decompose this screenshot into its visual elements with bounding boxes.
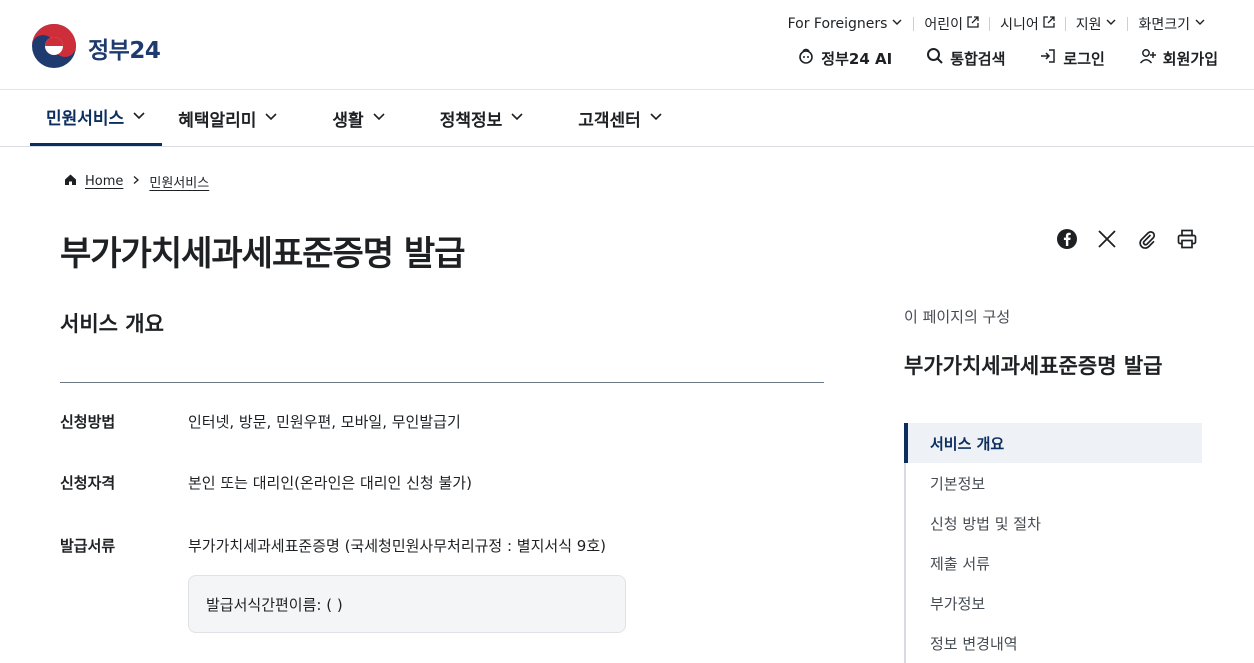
toc-item-basic-info[interactable]: 기본정보 [906,463,1202,503]
external-link-icon [967,16,979,32]
logo-text: 정부24 [88,38,161,64]
gnb-label: 정책정보 [439,110,503,131]
external-link-icon [1043,16,1055,32]
form-note-text: 발급서식간편이름: ( ) [206,595,343,614]
util-font-size[interactable]: 화면크기 [1128,14,1206,34]
chevron-down-icon [891,16,903,32]
home-icon [64,173,77,190]
signup-button[interactable]: 회원가입 [1139,47,1218,69]
search-button[interactable]: 통합검색 [926,47,1005,69]
gnb-label: 민원서비스 [46,109,125,129]
gnb-item-customer-center[interactable]: 고객센터 [562,90,679,146]
x-icon[interactable] [1096,228,1118,250]
login-label: 로그인 [1063,49,1105,68]
util-senior[interactable]: 시니어 [990,14,1065,34]
login-button[interactable]: 로그인 [1039,47,1105,69]
ai-button[interactable]: 정부24 AI [797,47,892,69]
search-icon [926,47,944,69]
breadcrumb: Home 민원서비스 [64,172,209,191]
toc-item-overview[interactable]: 서비스 개요 [904,423,1202,463]
gnb-label: 생활 [332,110,364,131]
toc-item-change-history[interactable]: 정보 변경내역 [906,623,1202,663]
util-label: 화면크기 [1138,17,1190,33]
gnb-item-benefits[interactable]: 혜택알리미 [162,90,294,146]
util-kids[interactable]: 어린이 [914,14,989,34]
search-label: 통합검색 [950,49,1006,68]
print-icon[interactable] [1176,228,1198,250]
ai-label: 정부24 AI [821,49,893,68]
gnb-item-life[interactable]: 생활 [316,90,401,146]
util-label: 어린이 [924,17,964,33]
user-plus-icon [1139,47,1157,69]
section-heading: 서비스 개요 [60,312,164,336]
header-actions: 정부24 AI 통합검색 로그인 회원가입 [797,47,1218,69]
document-value: 부가가치세과세표준증명 (국세청민원사무처리규정 : 별지서식 9호) [188,537,606,555]
gnb-label: 혜택알리미 [178,110,257,131]
toc-item-additional[interactable]: 부가정보 [906,583,1202,623]
form-note-box: 발급서식간편이름: ( ) [188,575,626,633]
ai-icon [797,47,815,69]
site-logo[interactable]: 정부24 [30,22,161,74]
page-title: 부가가치세과세표준증명 발급 [60,234,465,274]
apply-method-label: 신청방법 [60,413,116,431]
document-label: 발급서류 [60,537,116,555]
util-label: 지원 [1075,17,1102,33]
utility-nav: For Foreigners 어린이 시니어 지원 화면크기 [778,14,1206,34]
chevron-down-icon [1105,16,1117,32]
chevron-down-icon [1194,16,1206,32]
taegeuk-logo-icon [30,22,78,74]
chevron-right-icon [131,174,141,189]
global-nav: 민원서비스 혜택알리미 생활 정책정보 고객센터 [30,90,679,146]
gnb-item-policy[interactable]: 정책정보 [424,90,541,146]
util-support[interactable]: 지원 [1066,14,1128,34]
toc-item-procedure[interactable]: 신청 방법 및 절차 [906,503,1202,543]
toc-list: 서비스 개요 기본정보 신청 방법 및 절차 제출 서류 부가정보 정보 변경내… [904,423,1202,663]
breadcrumb-home[interactable]: Home [85,174,123,189]
toc-title: 부가가치세과세표준증명 발급 [904,354,1163,378]
chevron-down-icon [132,107,146,127]
chevron-down-icon [649,108,663,128]
chevron-down-icon [264,108,278,128]
toc-item-documents[interactable]: 제출 서류 [906,543,1202,583]
util-label: For Foreigners [787,16,888,32]
signup-label: 회원가입 [1162,49,1218,68]
section-divider [60,382,824,383]
breadcrumb-current[interactable]: 민원서비스 [149,172,209,191]
toc-caption: 이 페이지의 구성 [904,308,1011,326]
util-for-foreigners[interactable]: For Foreigners [778,16,914,32]
util-label: 시니어 [1000,17,1039,33]
facebook-icon[interactable] [1056,228,1078,250]
gnb-divider [0,146,1254,147]
chevron-down-icon [510,108,524,128]
eligibility-label: 신청자격 [60,474,116,492]
login-icon [1039,47,1057,69]
gnb-item-civil-service[interactable]: 민원서비스 [30,90,163,146]
gnb-label: 고객센터 [578,110,641,131]
apply-method-value: 인터넷, 방문, 민원우편, 모바일, 무인발급기 [188,413,461,431]
eligibility-value: 본인 또는 대리인(온라인은 대리인 신청 불가) [188,474,472,492]
chevron-down-icon [372,108,386,128]
share-tools [1056,228,1198,250]
link-icon[interactable] [1136,228,1158,250]
